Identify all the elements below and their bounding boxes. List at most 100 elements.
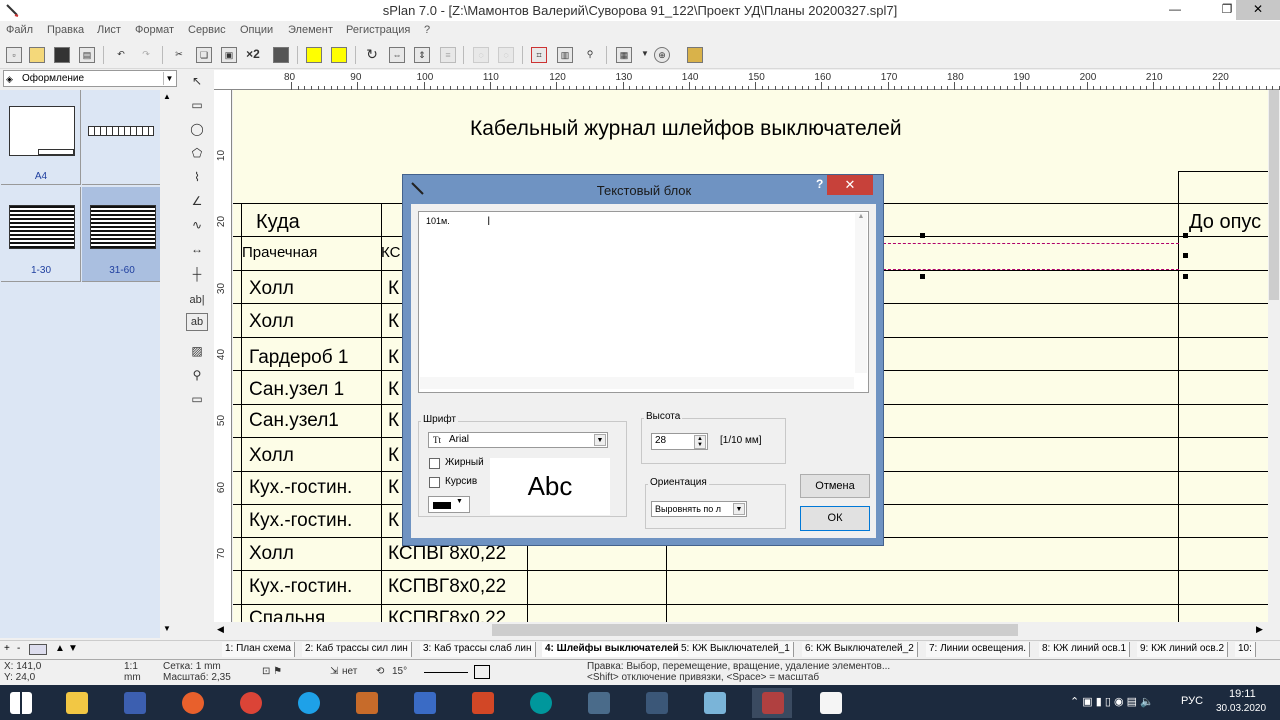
library-icon[interactable] — [687, 47, 703, 63]
tab-sheet-2[interactable]: 2: Каб трассы сил лин — [302, 642, 412, 657]
polyline-icon[interactable]: ⌇ — [186, 166, 208, 188]
explorer-icon[interactable] — [56, 688, 96, 718]
move-down-icon[interactable]: ▼ — [68, 643, 78, 654]
calendar-icon[interactable] — [810, 688, 850, 718]
junction-icon[interactable]: ┼ — [186, 263, 208, 285]
remove-sheet-icon[interactable]: - — [17, 643, 20, 654]
app-window-icon[interactable] — [404, 688, 444, 718]
italic-checkbox[interactable] — [429, 477, 440, 488]
angle-icon[interactable]: ⟲ — [376, 666, 384, 677]
menu-file[interactable]: Файл — [6, 24, 33, 36]
minimize-button[interactable]: — — [1160, 0, 1190, 20]
close-button[interactable]: ✕ — [1236, 0, 1280, 20]
mirror-v-icon[interactable]: ⇕ — [414, 47, 430, 63]
menu-service[interactable]: Сервис — [188, 24, 226, 36]
powerpoint-icon[interactable] — [462, 688, 502, 718]
snap-magnet-icon[interactable]: ⊡ ⚑ — [262, 666, 282, 677]
clock-date[interactable]: 30.03.2020 — [1216, 703, 1266, 714]
page-thumb-a4[interactable]: A4 — [1, 90, 81, 185]
page-thumb-31-60[interactable]: 31-60 — [82, 187, 162, 282]
chevron-down-icon[interactable]: ▼ — [594, 434, 606, 446]
height-input[interactable]: 28 ▲ ▼ — [651, 433, 708, 450]
fill-style-preview[interactable] — [474, 665, 490, 679]
dialog-close-button[interactable]: ✕ — [827, 175, 873, 195]
menu-format[interactable]: Формат — [135, 24, 174, 36]
align-icon[interactable]: ≡ — [440, 47, 456, 63]
text-box-tool[interactable]: ab — [186, 313, 208, 331]
ie-icon[interactable] — [288, 688, 328, 718]
text-input[interactable]: 101м. I ▲ — [418, 211, 869, 393]
menu-element[interactable]: Элемент — [288, 24, 333, 36]
duplicate-button[interactable]: ×2 — [245, 47, 261, 63]
tab-sheet-7[interactable]: 7: Линии освещения. — [926, 642, 1031, 657]
page-thumb-2[interactable] — [82, 90, 162, 185]
tab-sheet-1[interactable]: 1: План схема — [222, 642, 295, 657]
copy-icon[interactable]: ❏ — [196, 47, 212, 63]
tab-sheet-4[interactable]: 4: Шлейфы выключателей — [542, 642, 683, 657]
text-tool[interactable]: ab| — [186, 289, 208, 311]
ungroup-icon[interactable]: ◌ — [498, 47, 514, 63]
line-icon[interactable]: ∠ — [186, 190, 208, 212]
dialog-help-button[interactable]: ? — [816, 177, 823, 191]
redo-icon[interactable]: ↷ — [138, 47, 154, 63]
language-indicator[interactable]: РУС — [1181, 695, 1203, 707]
rotate-icon[interactable]: ↻ — [364, 47, 380, 63]
tab-sheet-10[interactable]: 10: — [1235, 642, 1256, 657]
tab-sheet-9[interactable]: 9: КЖ линий осв.2 — [1137, 642, 1229, 657]
note-icon[interactable] — [694, 688, 734, 718]
status-angle[interactable]: 15° — [392, 666, 407, 677]
tab-sheet-5[interactable]: 5: КЖ Выключателей_1 — [678, 642, 794, 657]
terminal-icon[interactable] — [636, 688, 676, 718]
menu-options[interactable]: Опции — [240, 24, 273, 36]
open-folder-icon[interactable] — [29, 47, 45, 63]
rectangle-icon[interactable]: ▭ — [186, 94, 208, 116]
ms-project-icon[interactable] — [346, 688, 386, 718]
ellipse-icon[interactable]: ◯ — [186, 118, 208, 140]
select-arrow-icon[interactable]: ↖ — [186, 70, 208, 92]
image-icon[interactable]: ▨ — [186, 340, 208, 362]
menu-help[interactable]: ? — [424, 24, 430, 36]
chevron-down-icon[interactable]: ▼ — [733, 503, 745, 515]
send-back-icon[interactable] — [331, 47, 347, 63]
find-icon[interactable]: ⚲ — [582, 47, 598, 63]
snap-icon[interactable]: ⌗ — [531, 47, 547, 63]
grid-icon[interactable]: ▦ — [616, 47, 632, 63]
measure-icon[interactable]: ▭ — [186, 388, 208, 410]
canvas-horizontal-scrollbar[interactable]: ◀ ▶ — [214, 622, 1268, 638]
chevron-down-icon[interactable]: ▼ — [163, 72, 175, 85]
bring-front-icon[interactable] — [306, 47, 322, 63]
tab-sheet-8[interactable]: 8: КЖ линий осв.1 — [1039, 642, 1131, 657]
bezier-icon[interactable]: ∿ — [186, 214, 208, 236]
group-icon[interactable]: ◌ — [473, 47, 489, 63]
tray-icons[interactable]: ⌃ ▣ ▮ ▯ ◉ ▤ 🔈 — [1070, 695, 1154, 708]
chrome-icon[interactable] — [230, 688, 270, 718]
menu-sheet[interactable]: Лист — [97, 24, 121, 36]
firefox-icon[interactable] — [172, 688, 212, 718]
font-select[interactable]: Tt Arial ▼ — [428, 432, 608, 448]
page-thumb-1-30[interactable]: 1-30 — [1, 187, 81, 282]
canvas-vertical-scrollbar[interactable] — [1268, 90, 1280, 622]
print-icon[interactable]: ▤ — [79, 47, 95, 63]
menu-edit[interactable]: Правка — [47, 24, 84, 36]
move-up-icon[interactable]: ▲ — [55, 643, 65, 654]
cut-icon[interactable]: ✂ — [171, 47, 187, 63]
text-vertical-scrollbar[interactable]: ▲ — [855, 213, 867, 373]
arduino-icon[interactable] — [520, 688, 560, 718]
clock-time[interactable]: 19:11 — [1229, 688, 1256, 700]
save-icon[interactable] — [54, 47, 70, 63]
line-style-preview[interactable] — [424, 672, 468, 673]
paste-icon[interactable]: ▣ — [221, 47, 237, 63]
rename-sheet-icon[interactable] — [29, 644, 47, 655]
mirror-h-icon[interactable]: ⇔ — [389, 47, 405, 63]
save-app-icon[interactable] — [114, 688, 154, 718]
polygon-icon[interactable]: ⬠ — [186, 142, 208, 164]
tab-sheet-3[interactable]: 3: Каб трассы слаб лин — [420, 642, 536, 657]
bold-checkbox[interactable] — [429, 458, 440, 469]
add-sheet-icon[interactable]: + — [4, 643, 10, 654]
grid-dropdown-icon[interactable]: ▼ — [637, 47, 653, 63]
color-select[interactable]: ▼ — [428, 496, 470, 513]
page-props-icon[interactable]: ▥ — [557, 47, 573, 63]
orientation-select[interactable]: Выровнять по л ▼ — [651, 501, 747, 517]
undo-icon[interactable]: ↶ — [113, 47, 129, 63]
cancel-button[interactable]: Отмена — [800, 474, 870, 498]
